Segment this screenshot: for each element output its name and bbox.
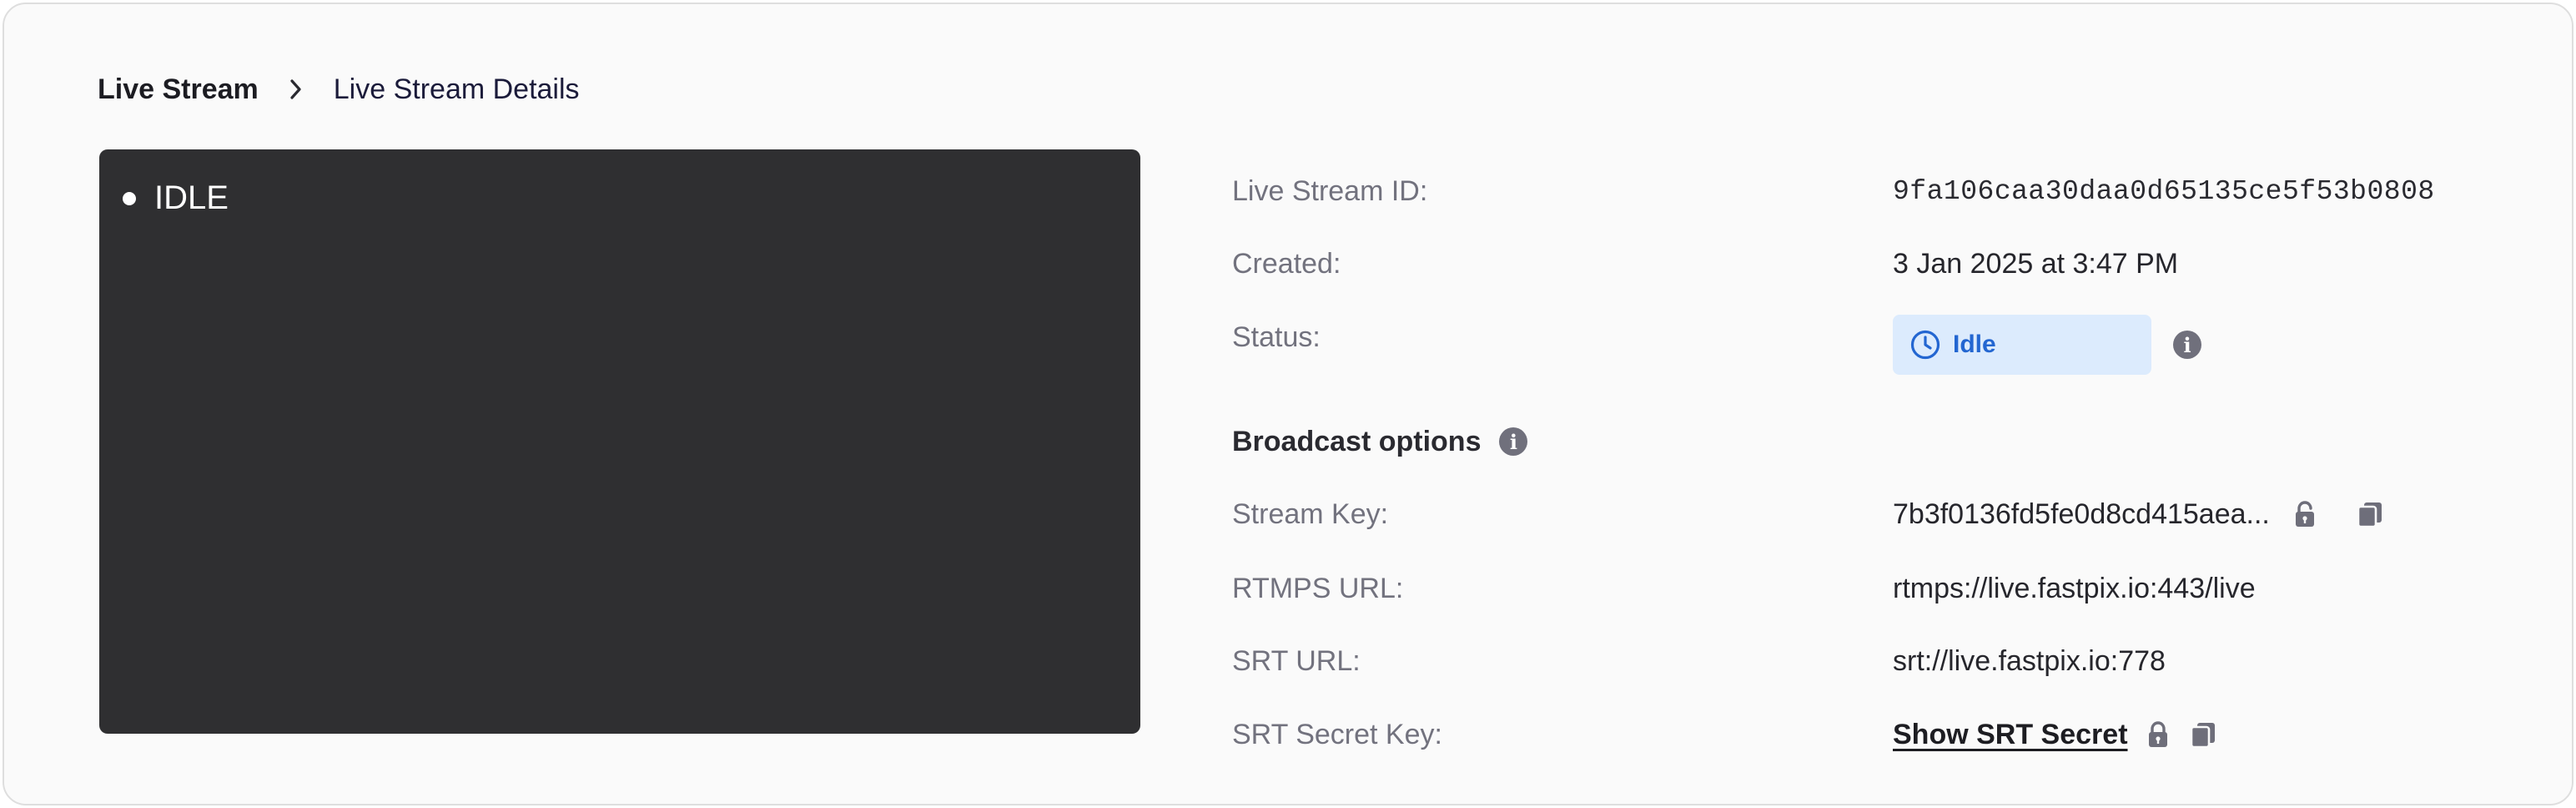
broadcast-options-title: Broadcast options i	[1232, 425, 1528, 458]
show-srt-secret-link[interactable]: Show SRT Secret	[1893, 719, 2128, 751]
srt-secret-value-group: Show SRT Secret	[1893, 718, 2220, 751]
status-label: Status:	[1232, 321, 1321, 353]
copy-icon[interactable]	[2353, 497, 2387, 531]
breadcrumb-live-stream[interactable]: Live Stream	[98, 73, 259, 106]
stream-key-label: Stream Key:	[1232, 497, 1389, 530]
stream-key-row: Stream Key: 7b3f0136fd5fe0d8cd415aea...	[1232, 489, 2533, 539]
broadcast-options-header: Broadcast options i	[1232, 417, 2533, 467]
rtmps-url-row: RTMPS URL: rtmps://live.fastpix.io:443/l…	[1232, 563, 2533, 614]
status-dot-icon	[123, 191, 136, 205]
created-label: Created:	[1232, 247, 1341, 280]
live-stream-id-label: Live Stream ID:	[1232, 174, 1428, 207]
srt-secret-key-row: SRT Secret Key: Show SRT Secret	[1232, 710, 2533, 760]
stream-key-value: 7b3f0136fd5fe0d8cd415aea...	[1893, 497, 2270, 530]
breadcrumb-live-stream-details: Live Stream Details	[333, 73, 580, 105]
status-value-group: Idle i	[1893, 315, 2201, 375]
srt-url-label: SRT URL:	[1232, 644, 1361, 677]
rtmps-url-value: rtmps://live.fastpix.io:443/live	[1893, 572, 2256, 604]
lock-icon[interactable]	[2288, 497, 2322, 531]
srt-secret-key-label: SRT Secret Key:	[1232, 718, 1442, 750]
broadcast-options-title-text: Broadcast options	[1232, 425, 1482, 457]
copy-icon[interactable]	[2186, 718, 2220, 751]
chevron-right-icon	[259, 78, 334, 100]
clock-icon	[1910, 330, 1940, 360]
player-status-indicator: IDLE	[123, 179, 229, 217]
player-status-label: IDLE	[154, 179, 229, 216]
live-stream-id-value: 9fa106caa30daa0d65135ce5f53b0808	[1893, 175, 2435, 207]
info-icon[interactable]: i	[1499, 427, 1528, 456]
info-icon[interactable]: i	[2173, 331, 2201, 359]
video-player[interactable]: IDLE	[99, 149, 1140, 734]
created-row: Created: 3 Jan 2025 at 3:47 PM	[1232, 239, 2533, 289]
srt-url-value: srt://live.fastpix.io:778	[1893, 644, 2166, 677]
status-badge: Idle	[1893, 315, 2151, 375]
stream-key-value-group: 7b3f0136fd5fe0d8cd415aea...	[1893, 497, 2387, 531]
stream-details-panel: Live Stream ID: 9fa106caa30daa0d65135ce5…	[1232, 4, 2533, 805]
status-badge-text: Idle	[1953, 331, 1996, 358]
status-row: Status: Idle i	[1232, 315, 2533, 375]
rtmps-url-label: RTMPS URL:	[1232, 572, 1404, 604]
srt-url-row: SRT URL: srt://live.fastpix.io:778	[1232, 636, 2533, 686]
breadcrumb: Live Stream Live Stream Details	[98, 66, 580, 113]
live-stream-id-row: Live Stream ID: 9fa106caa30daa0d65135ce5…	[1232, 166, 2533, 216]
created-value: 3 Jan 2025 at 3:47 PM	[1893, 247, 2179, 280]
lock-icon[interactable]	[2141, 718, 2175, 751]
live-stream-details-card: Live Stream Live Stream Details IDLE Liv…	[3, 3, 2573, 805]
